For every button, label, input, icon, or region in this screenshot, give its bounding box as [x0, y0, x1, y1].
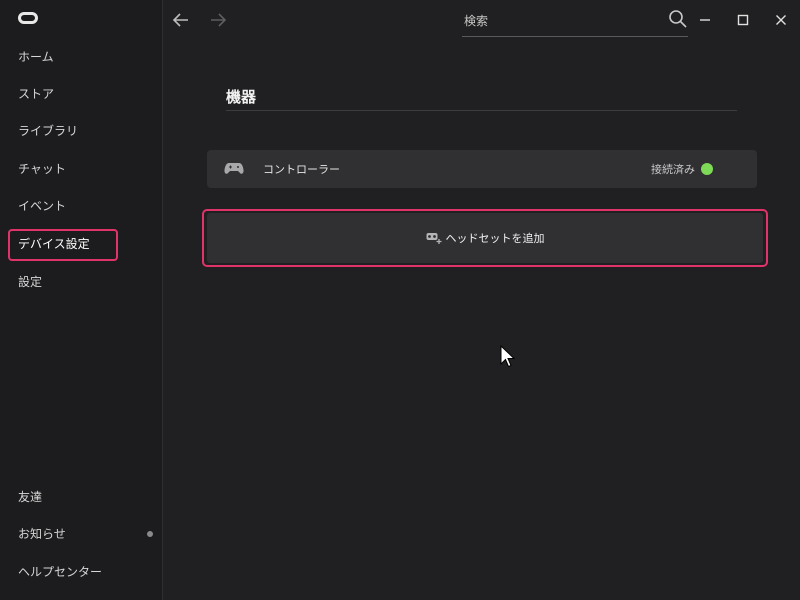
- sidebar-item-library[interactable]: ライブラリ: [18, 123, 78, 139]
- sidebar-item-friends[interactable]: 友達: [18, 489, 42, 505]
- sidebar-item-store[interactable]: ストア: [18, 86, 54, 102]
- sidebar-item-home[interactable]: ホーム: [18, 49, 54, 65]
- minimize-icon[interactable]: [695, 10, 715, 30]
- app-window: ホーム ストア ライブラリ チャット イベント デバイス設定 設定 友達 お知ら…: [0, 0, 800, 600]
- topbar: [163, 0, 800, 40]
- search-input[interactable]: [462, 10, 656, 32]
- title-divider: [226, 110, 737, 111]
- sidebar-item-help-center[interactable]: ヘルプセンター: [18, 564, 102, 580]
- connected-status-dot: [701, 163, 713, 175]
- sidebar-item-chat[interactable]: チャット: [18, 161, 66, 177]
- oculus-logo-icon: [18, 12, 38, 24]
- add-button-highlight: [202, 209, 768, 267]
- sidebar-item-device-settings[interactable]: デバイス設定: [18, 236, 90, 252]
- search-bar: [462, 6, 688, 37]
- back-arrow-icon[interactable]: [171, 10, 191, 30]
- search-icon[interactable]: [668, 9, 688, 29]
- sidebar: ホーム ストア ライブラリ チャット イベント デバイス設定 設定 友達 お知ら…: [0, 0, 163, 600]
- device-row-controller[interactable]: コントローラー 接続済み: [207, 150, 757, 188]
- notification-dot: [147, 531, 153, 537]
- device-name: コントローラー: [263, 163, 340, 176]
- sidebar-item-events[interactable]: イベント: [18, 198, 66, 214]
- device-status: 接続済み: [651, 163, 695, 176]
- controller-icon: [224, 161, 244, 177]
- page-title: 機器: [226, 88, 257, 106]
- sidebar-item-notifications[interactable]: お知らせ: [18, 526, 66, 542]
- mouse-cursor-icon: [500, 344, 516, 369]
- forward-arrow-icon[interactable]: [208, 10, 228, 30]
- sidebar-item-settings[interactable]: 設定: [18, 274, 42, 290]
- close-icon[interactable]: [771, 10, 791, 30]
- maximize-icon[interactable]: [733, 10, 753, 30]
